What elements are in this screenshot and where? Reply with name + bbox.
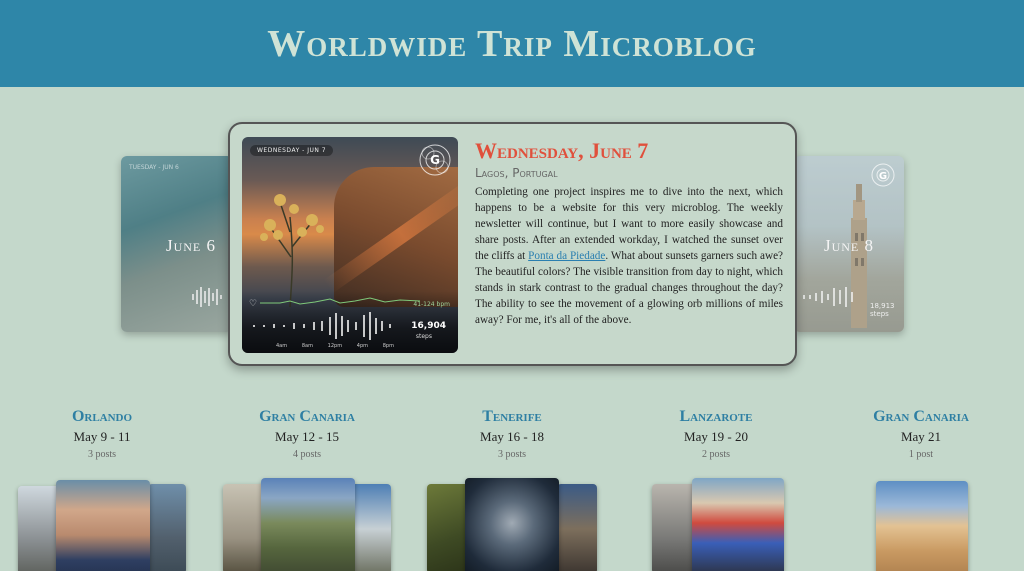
trip-post-count: 3 posts xyxy=(497,449,527,460)
prev-day-tag: TUESDAY - JUN 6 xyxy=(129,164,179,171)
gran-canaria-2-thumbnails[interactable] xyxy=(876,478,970,571)
trip-dates: May 21 xyxy=(900,429,942,444)
trip-name[interactable]: Gran Canaria xyxy=(831,408,1011,426)
post-body: Completing one project inspires me to di… xyxy=(475,186,783,326)
time-tick: 8pm xyxy=(382,343,394,349)
trip-name[interactable]: Gran Canaria xyxy=(217,408,397,426)
next-day-steps: 18,913 steps xyxy=(870,302,895,318)
trip-gran-canaria-2[interactable]: Gran Canaria May 21 1 post xyxy=(831,408,1011,460)
tenerife-thumbnails[interactable] xyxy=(427,478,599,571)
trip-lanzarote[interactable]: Lanzarote May 19 - 20 2 posts xyxy=(626,408,806,460)
thumbnail xyxy=(692,478,784,571)
heart-icon: ♡ xyxy=(249,299,258,309)
svg-text:G: G xyxy=(879,171,887,182)
prev-day-card[interactable]: TUESDAY - JUN 6 June 6 xyxy=(121,156,233,332)
thumbnail xyxy=(465,478,559,571)
trip-name[interactable]: Orlando xyxy=(12,408,192,426)
trip-tenerife[interactable]: Tenerife May 16 - 18 3 posts xyxy=(422,408,602,460)
g-logo-icon: G xyxy=(419,144,451,176)
trip-gran-canaria[interactable]: Gran Canaria May 12 - 15 4 posts xyxy=(217,408,397,460)
gran-canaria-thumbnails[interactable] xyxy=(223,478,393,571)
time-tick: 8am xyxy=(301,343,313,349)
heart-rate-range: 41-124 bpm xyxy=(413,301,450,308)
time-tick: 4am xyxy=(276,343,288,349)
featured-photo[interactable]: WEDNESDAY - JUN 7 G ♡ 41-124 bpm 16,904 … xyxy=(242,137,458,353)
trip-name[interactable]: Tenerife xyxy=(422,408,602,426)
waveform-icon xyxy=(803,287,853,307)
trip-dates: May 16 - 18 xyxy=(480,429,544,444)
trip-post-count: 1 post xyxy=(908,449,934,460)
featured-date-tag: WEDNESDAY - JUN 7 xyxy=(250,145,334,156)
g-logo-icon: G xyxy=(871,163,895,187)
lanzarote-thumbnails[interactable] xyxy=(652,478,786,571)
featured-post-card[interactable]: WEDNESDAY - JUN 7 G ♡ 41-124 bpm 16,904 … xyxy=(228,122,797,366)
heart-rate-chart xyxy=(260,297,420,305)
time-tick: 12pm xyxy=(327,343,343,349)
thumbnail xyxy=(557,484,597,571)
post-title: Wednesday, June 7 xyxy=(475,138,649,163)
trip-post-count: 2 posts xyxy=(701,449,731,460)
trip-name[interactable]: Lanzarote xyxy=(626,408,806,426)
time-tick: 4pm xyxy=(356,343,369,349)
steps-unit: steps xyxy=(415,333,432,340)
time-axis: 4am 8am 12pm 4pm 8pm xyxy=(276,343,394,349)
svg-text:G: G xyxy=(430,153,440,167)
thumbnail xyxy=(148,484,186,571)
orlando-thumbnails[interactable] xyxy=(18,478,188,571)
steps-count: 16,904 xyxy=(411,321,446,331)
plant-image xyxy=(260,194,324,307)
thumbnail xyxy=(876,481,968,571)
trip-dates: May 9 - 11 xyxy=(73,429,131,444)
trip-dates: May 19 - 20 xyxy=(684,429,748,444)
site-header: Worldwide Trip Microblog xyxy=(0,0,1024,87)
next-day-card[interactable]: G June 8 18,913 steps xyxy=(794,156,904,332)
ponta-da-piedade-link[interactable]: Ponta da Piedade xyxy=(528,250,605,262)
prev-day-label: June 6 xyxy=(165,236,217,255)
post-location: Lagos, Portugal xyxy=(475,166,558,180)
thumbnail xyxy=(56,480,150,571)
thumbnail xyxy=(261,478,355,571)
activity-waveform xyxy=(253,312,391,340)
trip-post-count: 3 posts xyxy=(87,449,117,460)
trip-post-count: 4 posts xyxy=(292,449,322,460)
trip-dates: May 12 - 15 xyxy=(275,429,339,444)
site-title[interactable]: Worldwide Trip Microblog xyxy=(267,22,757,66)
waveform-icon xyxy=(192,287,222,307)
next-day-label: June 8 xyxy=(823,236,875,255)
thumbnail xyxy=(351,484,391,571)
trip-orlando[interactable]: Orlando May 9 - 11 3 posts xyxy=(12,408,192,460)
